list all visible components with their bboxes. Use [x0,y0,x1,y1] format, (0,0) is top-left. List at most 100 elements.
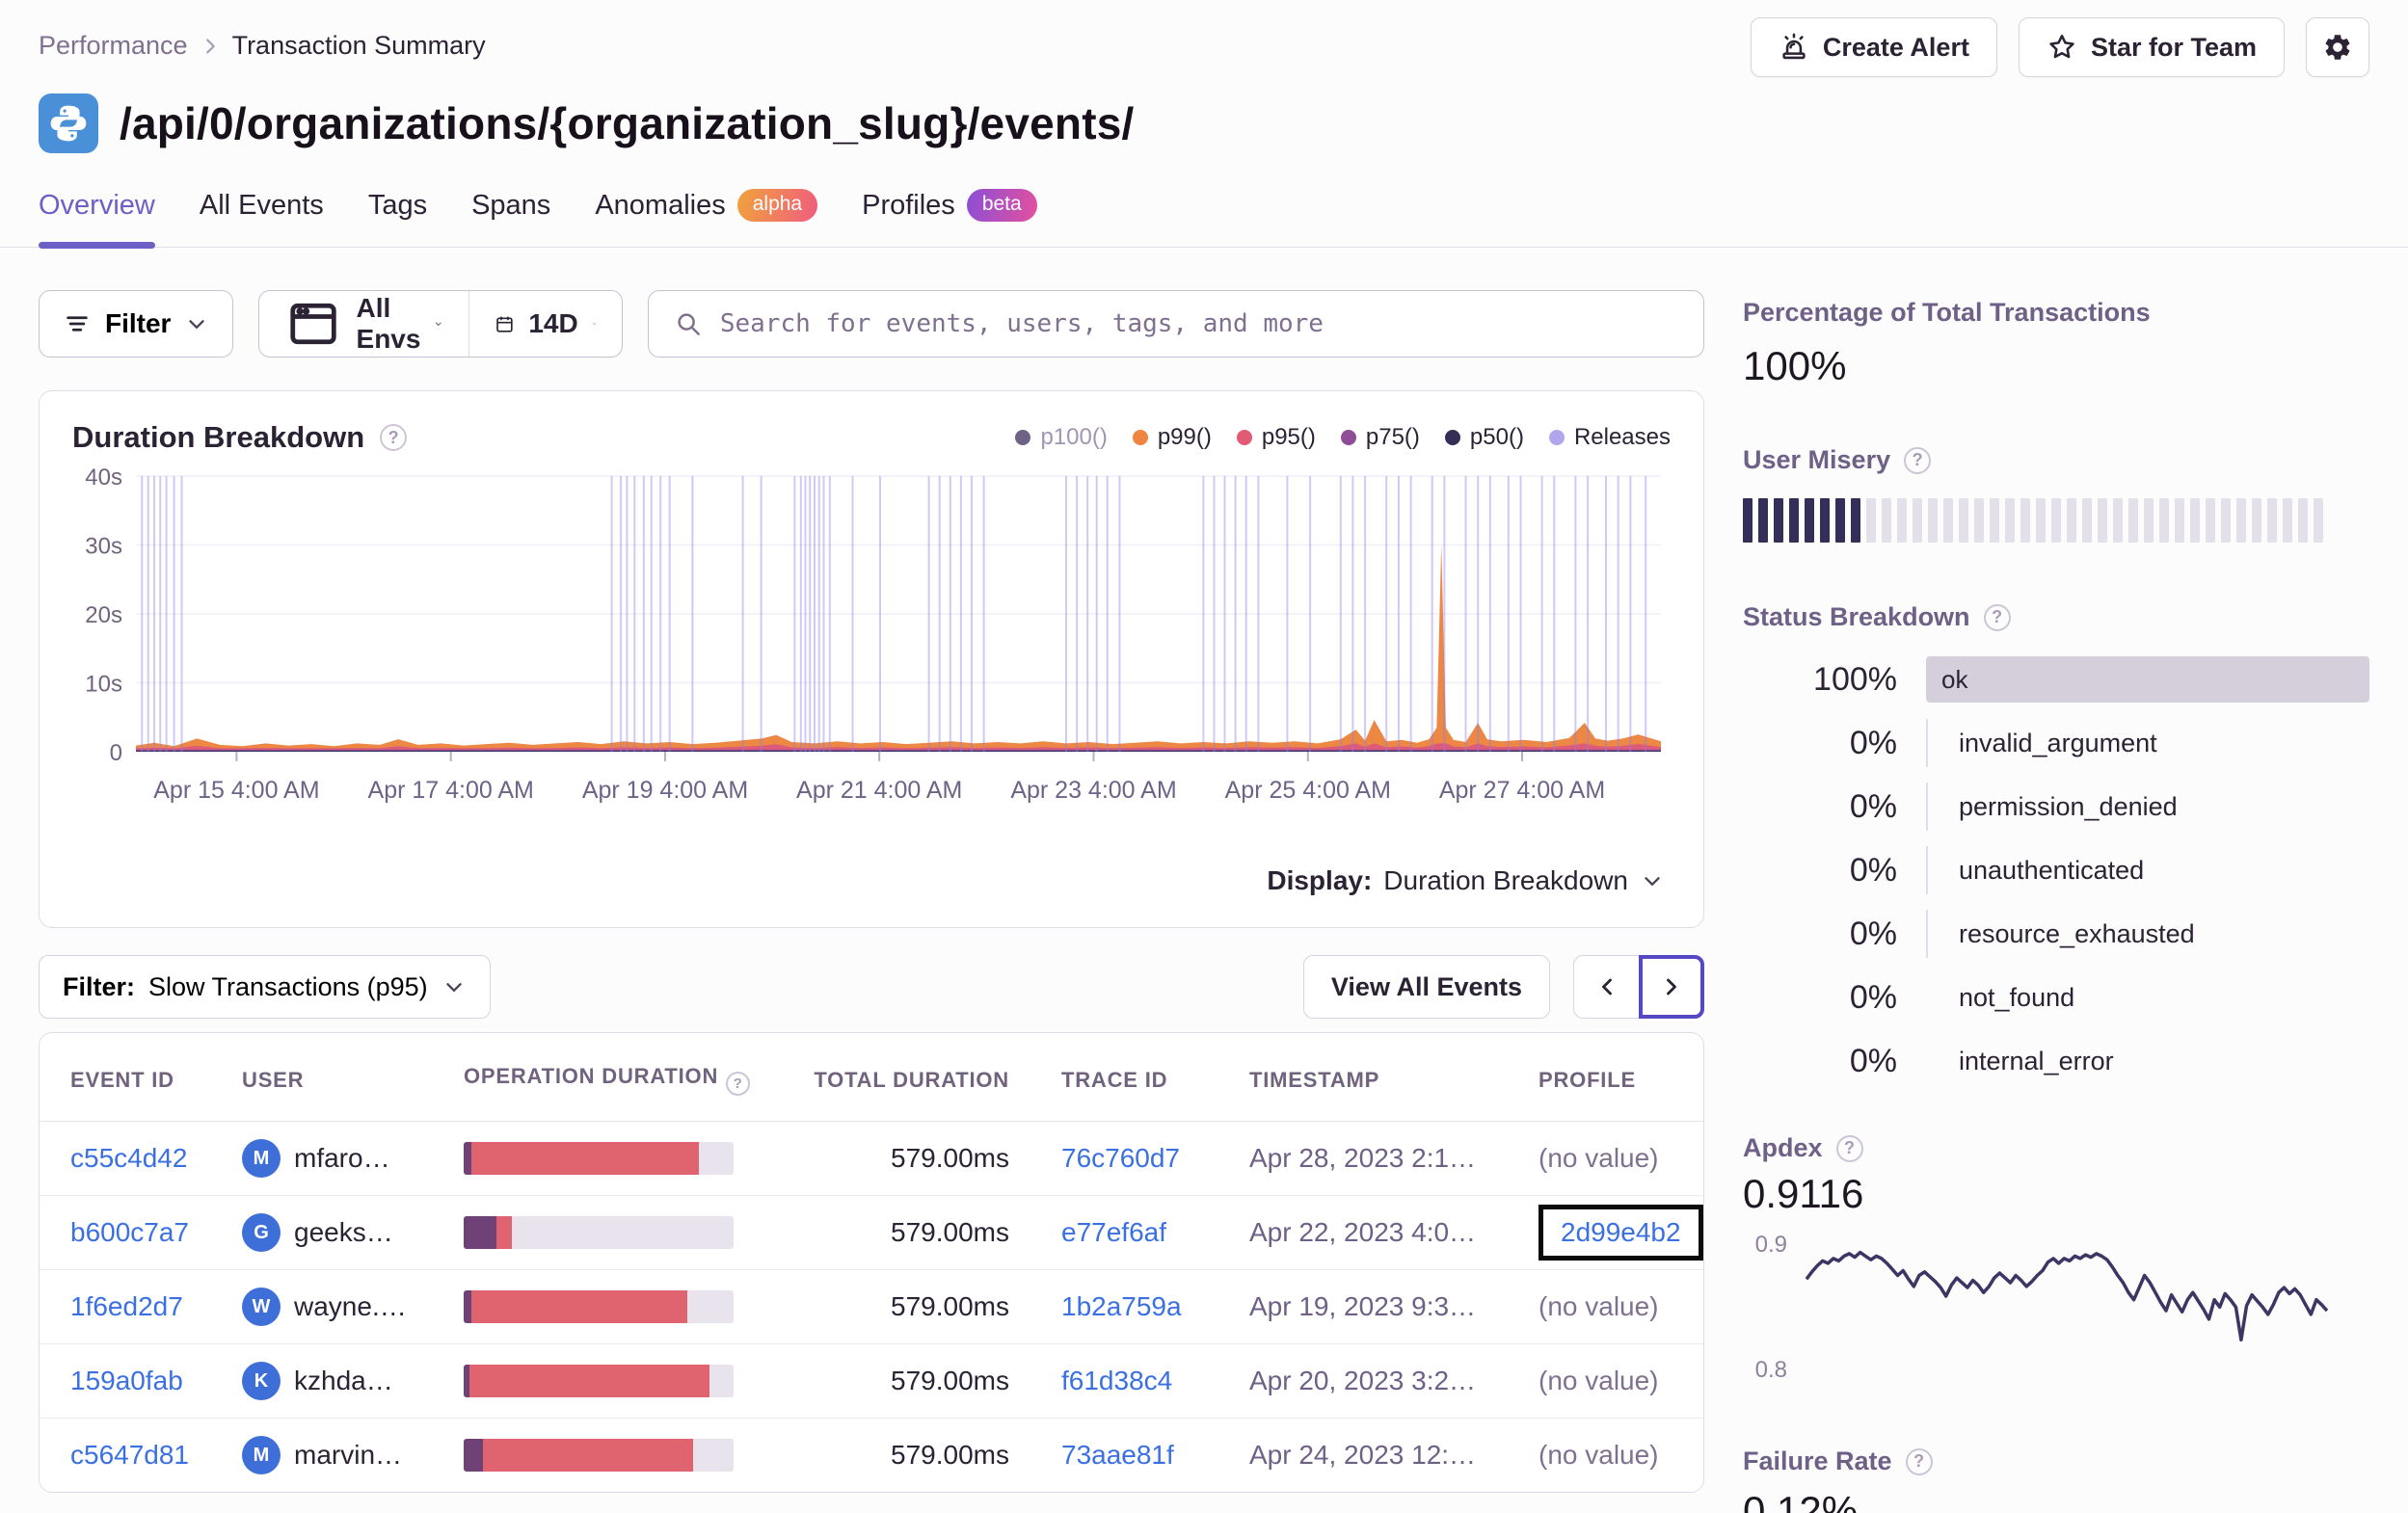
tab-all-events[interactable]: All Events [200,189,324,247]
misery-segment [2159,498,2169,543]
legend-item-p95[interactable]: p95() [1236,424,1316,451]
misery-segment [1835,498,1845,543]
user-name: geeks… [294,1217,393,1247]
create-alert-button[interactable]: Create Alert [1750,17,1997,77]
user-cell: Wwayne.… [242,1287,444,1326]
profile-no-value: (no value) [1538,1143,1659,1173]
tab-overview[interactable]: Overview [39,189,155,249]
help-icon[interactable]: ? [380,424,408,451]
svg-text:40s: 40s [85,465,122,491]
trace-id-link[interactable]: 1b2a759a [1061,1291,1182,1321]
misery-segment [1913,498,1922,543]
display-dropdown[interactable]: Duration Breakdown [1383,865,1665,896]
legend-dot-icon [1236,430,1252,445]
failure-rate-section: Failure Rate ? 0.12% [1743,1447,2369,1513]
profile-no-value: (no value) [1538,1440,1659,1470]
help-icon[interactable]: ? [1905,1447,1933,1475]
misery-segment [2221,498,2231,543]
chevron-down-icon [445,983,462,992]
legend-label: p95() [1261,424,1316,450]
user-misery-section: User Misery ? [1743,445,2369,543]
trace-id-link[interactable]: 76c760d7 [1061,1143,1180,1173]
column-header-event-id: EVENT ID [40,1033,232,1122]
help-icon[interactable]: ? [726,1072,751,1096]
trace-id-link[interactable]: 73aae81f [1061,1440,1174,1470]
profile-link[interactable]: 2d99e4b2 [1561,1217,1681,1247]
legend-item-Releases[interactable]: Releases [1548,424,1671,451]
trace-id-link[interactable]: e77ef6af [1061,1217,1166,1247]
legend-dot-icon [1340,430,1356,445]
filter-dropdown[interactable]: Filter [39,290,234,358]
table-row: c5647d81 Mmarvin… 579.00ms 73aae81f Apr 24, … [40,1419,1703,1493]
event-id-link[interactable]: b600c7a7 [70,1217,189,1247]
operation-duration-bar [464,1216,734,1249]
breadcrumb-performance-link[interactable]: Performance [39,31,188,61]
event-id-link[interactable]: c5647d81 [70,1440,189,1470]
siren-icon [1779,32,1809,63]
tab-anomalies[interactable]: Anomalies alpha [595,189,818,247]
display-label: Display: [1267,865,1373,895]
gear-icon [2322,32,2353,63]
python-platform-icon [39,93,98,153]
transactions-filter-dropdown[interactable]: Filter: Slow Transactions (p95) [39,955,491,1019]
user-cell: Mmfaro… [242,1139,444,1178]
status-breakdown-section: Status Breakdown ? 100% ok 0% invalid_argum… [1743,602,2369,1093]
tab-bar: Overview All Events Tags Spans Anomalies alph… [0,160,2408,249]
user-cell: Kkzhda… [242,1362,444,1400]
table-row: 1f6ed2d7 Wwayne.… 579.00ms 1b2a759a Apr 19, … [40,1269,1703,1344]
tab-spans[interactable]: Spans [471,189,550,247]
status-percent: 0% [1849,724,1897,761]
misery-segment [1866,498,1876,543]
status-label: invalid_argument [1959,728,2157,757]
search-input[interactable] [719,309,1678,338]
help-icon[interactable]: ? [1983,603,2011,631]
status-label: not_found [1959,982,2075,1012]
legend-dot-icon [1015,430,1031,445]
column-header-user: USER [232,1033,454,1122]
misery-segment [2144,498,2154,543]
svg-text:Apr 19 4:00 AM: Apr 19 4:00 AM [582,777,748,804]
user-cell: Mmarvin… [242,1436,444,1474]
misery-segment [1758,498,1768,543]
chart-legend: p100() p99() p95() p75() p50() Releases [1015,424,1671,451]
legend-label: p99() [1157,424,1212,450]
status-label: ok [1941,664,1968,694]
chart-title: Duration Breakdown [72,420,365,454]
date-range-dropdown[interactable]: 14D [469,291,621,357]
help-icon[interactable]: ? [1835,1134,1863,1162]
misery-segment [1943,498,1953,543]
tab-tags[interactable]: Tags [368,189,427,247]
trace-id-link[interactable]: f61d38c4 [1061,1366,1172,1395]
settings-button[interactable] [2306,17,2369,77]
previous-page-button[interactable] [1573,955,1639,1019]
help-icon[interactable]: ? [1904,446,1932,474]
view-all-events-button[interactable]: View All Events [1302,955,1550,1019]
highlight-box: 2d99e4b2 [1538,1205,1703,1261]
star-for-team-button[interactable]: Star for Team [2018,17,2285,77]
total-duration-value: 579.00ms [787,1269,1023,1344]
legend-item-p99[interactable]: p99() [1132,424,1212,451]
date-range-label: 14D [528,308,578,338]
status-zero-tick [1926,846,1928,894]
legend-item-p100[interactable]: p100() [1015,424,1108,451]
legend-item-p50[interactable]: p50() [1444,424,1524,451]
status-row-resource_exhausted: 0% resource_exhausted [1743,902,2369,966]
legend-item-p75[interactable]: p75() [1340,424,1420,451]
next-page-button[interactable] [1639,955,1704,1019]
environment-dropdown[interactable]: All Envs [259,291,468,357]
event-id-link[interactable]: c55c4d42 [70,1143,187,1173]
tab-profiles[interactable]: Profiles beta [862,189,1037,247]
duration-breakdown-chart[interactable]: 40s 30s 20s 10s 0 Apr 15 4:00 AM Apr 17 4:00 A… [72,465,1669,850]
status-percent: 0% [1849,787,1897,825]
svg-text:0.9: 0.9 [1755,1232,1787,1258]
user-name: kzhda… [294,1366,393,1395]
status-row-ok: 100% ok [1743,648,2369,711]
apdex-section: Apdex ? 0.9116 0.9 0.8 [1743,1133,2369,1385]
status-row-not_found: 0% not_found [1743,966,2369,1029]
svg-text:Apr 27 4:00 AM: Apr 27 4:00 AM [1439,777,1605,804]
top-bar: Performance Transaction Summary Create A… [0,0,2408,79]
misery-segment [1789,498,1799,543]
event-id-link[interactable]: 1f6ed2d7 [70,1291,183,1321]
event-id-link[interactable]: 159a0fab [70,1366,183,1395]
tab-label: Spans [471,189,551,221]
